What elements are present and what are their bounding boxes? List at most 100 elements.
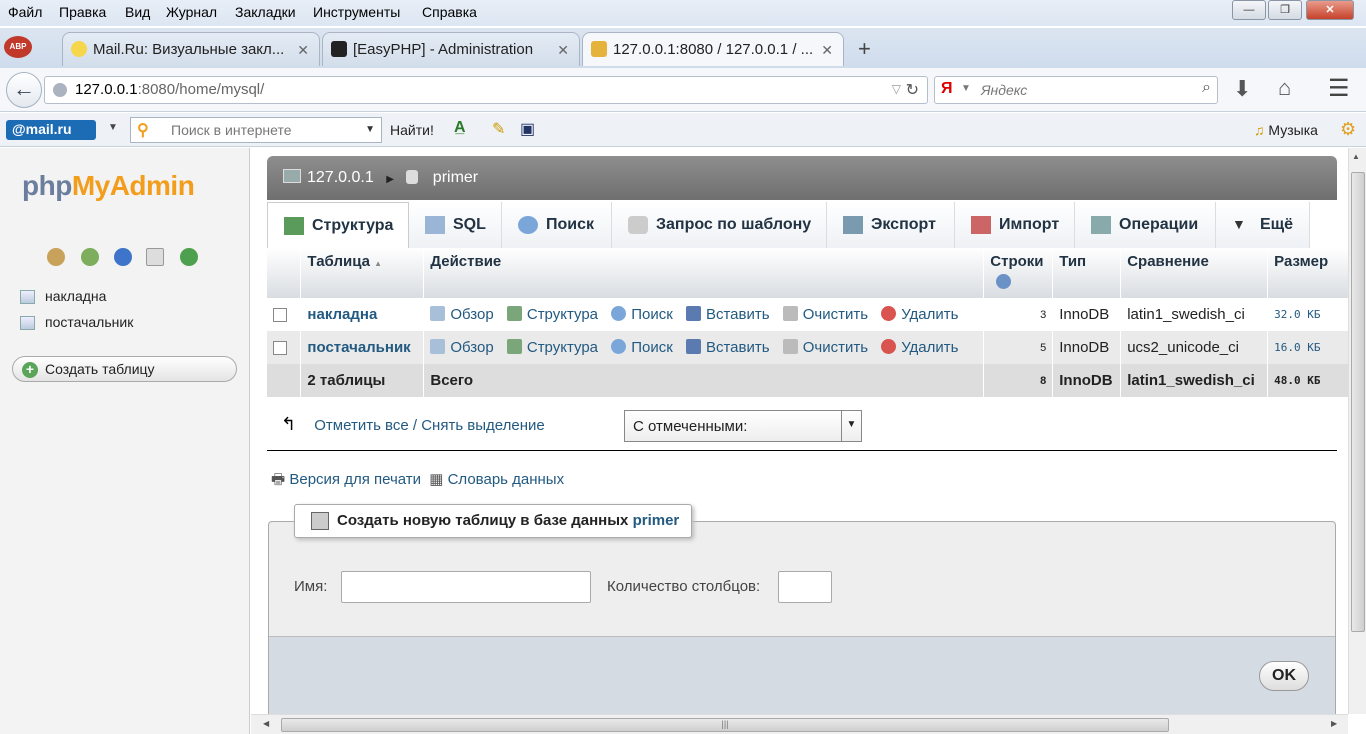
search-input[interactable]: Я ▼ Яндекс ⌕ (934, 76, 1218, 104)
tab-close-icon[interactable]: ✕ (297, 42, 309, 59)
maximize-icon[interactable]: ❐ (1268, 0, 1302, 20)
vertical-scroll-thumb[interactable] (1351, 172, 1365, 632)
chevron-down-icon[interactable]: ▼ (108, 122, 118, 133)
menu-edit[interactable]: Правка (59, 4, 106, 20)
sidebar-item-nakladna[interactable]: накладна (20, 288, 106, 305)
help-icon[interactable] (996, 274, 1012, 289)
search-icon[interactable]: ⌕ (1202, 79, 1211, 97)
tab-more[interactable]: ▼ Ещё (1216, 202, 1310, 248)
header-label: Таблица (307, 253, 370, 270)
empty-link[interactable]: Очистить (782, 306, 868, 323)
chevron-down-icon[interactable]: ▼ (961, 83, 971, 94)
breadcrumb-database[interactable]: primer (433, 169, 478, 186)
browse-link[interactable]: Обзор (430, 306, 494, 323)
tab-easyphp[interactable]: [EasyPHP] - Administration ✕ (322, 32, 580, 66)
print-view-link[interactable]: 🖶 Версия для печати (271, 471, 421, 488)
drop-link[interactable]: Удалить (881, 339, 958, 356)
search-link[interactable]: Поиск (611, 339, 673, 356)
phpmyadmin-logo[interactable]: phpMyAdmin (22, 170, 195, 202)
mailru-logo[interactable]: @mail.ru (6, 120, 96, 140)
row-checkbox[interactable] (273, 308, 287, 323)
sidebar-item-postachalnyk[interactable]: постачальник (20, 314, 133, 331)
header-collation[interactable]: Сравнение (1120, 248, 1269, 298)
vertical-scrollbar[interactable]: ▲ (1348, 148, 1366, 714)
screenshot-icon[interactable]: ▣ (520, 119, 535, 139)
structure-link[interactable]: Структура (506, 339, 598, 356)
create-table-button[interactable]: + Создать таблицу (12, 356, 237, 382)
with-selected-select[interactable]: С отмеченными: ▼ (624, 410, 862, 442)
header-type[interactable]: Тип (1052, 248, 1122, 298)
structure-link[interactable]: Структура (506, 306, 598, 323)
data-dictionary-link[interactable]: ▦ Словарь данных (429, 471, 564, 488)
breadcrumb-server[interactable]: 127.0.0.1 (307, 169, 374, 186)
minimize-icon[interactable]: — (1232, 0, 1266, 20)
download-icon[interactable]: ⬇ (1233, 76, 1251, 102)
tab-sql[interactable]: SQL (409, 202, 502, 248)
reload-icon[interactable] (180, 248, 198, 266)
tab-close-icon[interactable]: ✕ (821, 42, 833, 59)
drop-link[interactable]: Удалить (881, 306, 958, 323)
close-window-icon[interactable]: ✕ (1306, 0, 1354, 20)
insert-link[interactable]: Вставить (685, 339, 770, 356)
tab-phpmyadmin[interactable]: 127.0.0.1:8080 / 127.0.0.1 / ... ✕ (582, 32, 844, 66)
highlight-icon[interactable]: ✎ (492, 119, 505, 139)
docs-icon[interactable] (146, 248, 164, 266)
text-style-icon[interactable]: A̲ (454, 119, 466, 137)
tab-query[interactable]: Запрос по шаблону (612, 202, 827, 248)
menu-tools[interactable]: Инструменты (313, 4, 400, 20)
back-button[interactable]: ← (6, 72, 42, 108)
table-name-link[interactable]: постачальник (300, 331, 425, 364)
collation-value: latin1_swedish_ci (1120, 298, 1269, 331)
tab-close-icon[interactable]: ✕ (557, 42, 569, 59)
find-button[interactable]: Найти! (390, 122, 434, 138)
tab-search[interactable]: Поиск (502, 202, 612, 248)
music-button[interactable]: ♫ Музыка (1254, 122, 1318, 138)
gear-icon[interactable]: ⚙ (1340, 119, 1356, 140)
reload-icon[interactable]: ↻ (906, 80, 919, 100)
engine-type: InnoDB (1052, 331, 1122, 364)
tab-import[interactable]: Импорт (955, 202, 1075, 248)
menu-bookmarks[interactable]: Закладки (235, 4, 296, 20)
ok-button[interactable]: OK (1259, 661, 1309, 691)
print-links: 🖶 Версия для печати ▦ Словарь данных (271, 469, 564, 494)
header-table[interactable]: Таблица ▲ (300, 248, 425, 298)
check-all-link[interactable]: ↰ Отметить все / Снять выделение (281, 414, 545, 435)
adblock-icon[interactable]: ABP (4, 36, 32, 58)
mailru-search-input[interactable]: ⚲ Поиск в интернете ▼ (130, 117, 382, 143)
menu-help[interactable]: Справка (422, 4, 477, 20)
address-bar[interactable]: 127.0.0.1:8080/home/mysql/ ▽ ↻ (44, 76, 928, 104)
table-name-input[interactable] (341, 571, 591, 603)
tab-operations[interactable]: Операции (1075, 202, 1216, 248)
size-value[interactable]: 32.0 КБ (1267, 298, 1348, 331)
menu-file[interactable]: Файл (8, 4, 42, 20)
menu-view[interactable]: Вид (125, 4, 150, 20)
browse-link[interactable]: Обзор (430, 339, 494, 356)
horizontal-scroll-thumb[interactable]: ||| (281, 718, 1169, 732)
new-tab-icon[interactable]: + (858, 36, 871, 62)
menu-icon[interactable]: ☰ (1328, 74, 1350, 103)
scroll-right-icon[interactable]: ▶ (1331, 719, 1337, 728)
insert-link[interactable]: Вставить (685, 306, 770, 323)
tab-mailru[interactable]: Mail.Ru: Визуальные закл... ✕ (62, 32, 320, 66)
home-icon[interactable]: ⌂ (1278, 75, 1291, 101)
header-rows[interactable]: Строки (983, 248, 1054, 298)
chevron-down-icon[interactable]: ▼ (365, 124, 375, 135)
row-checkbox[interactable] (273, 341, 287, 356)
menu-history[interactable]: Журнал (166, 4, 217, 20)
tab-export[interactable]: Экспорт (827, 202, 955, 248)
columns-count-input[interactable] (778, 571, 832, 603)
size-value[interactable]: 16.0 КБ (1267, 331, 1348, 364)
empty-link[interactable]: Очистить (782, 339, 868, 356)
table-name-link[interactable]: накладна (300, 298, 425, 331)
create-table-legend: Создать новую таблицу в базе данных prim… (294, 504, 693, 538)
scroll-left-icon[interactable]: ◀ (263, 719, 269, 728)
horizontal-scrollbar[interactable]: ◀ ||| ▶ (251, 714, 1348, 734)
scroll-up-icon[interactable]: ▲ (1352, 152, 1360, 161)
search-link[interactable]: Поиск (611, 306, 673, 323)
home-icon[interactable] (47, 248, 65, 266)
header-size[interactable]: Размер (1267, 248, 1348, 298)
exit-icon[interactable] (81, 248, 99, 266)
tab-structure[interactable]: Структура (267, 202, 409, 248)
dropdown-icon[interactable]: ▽ (892, 82, 901, 96)
help-icon[interactable] (114, 248, 132, 266)
